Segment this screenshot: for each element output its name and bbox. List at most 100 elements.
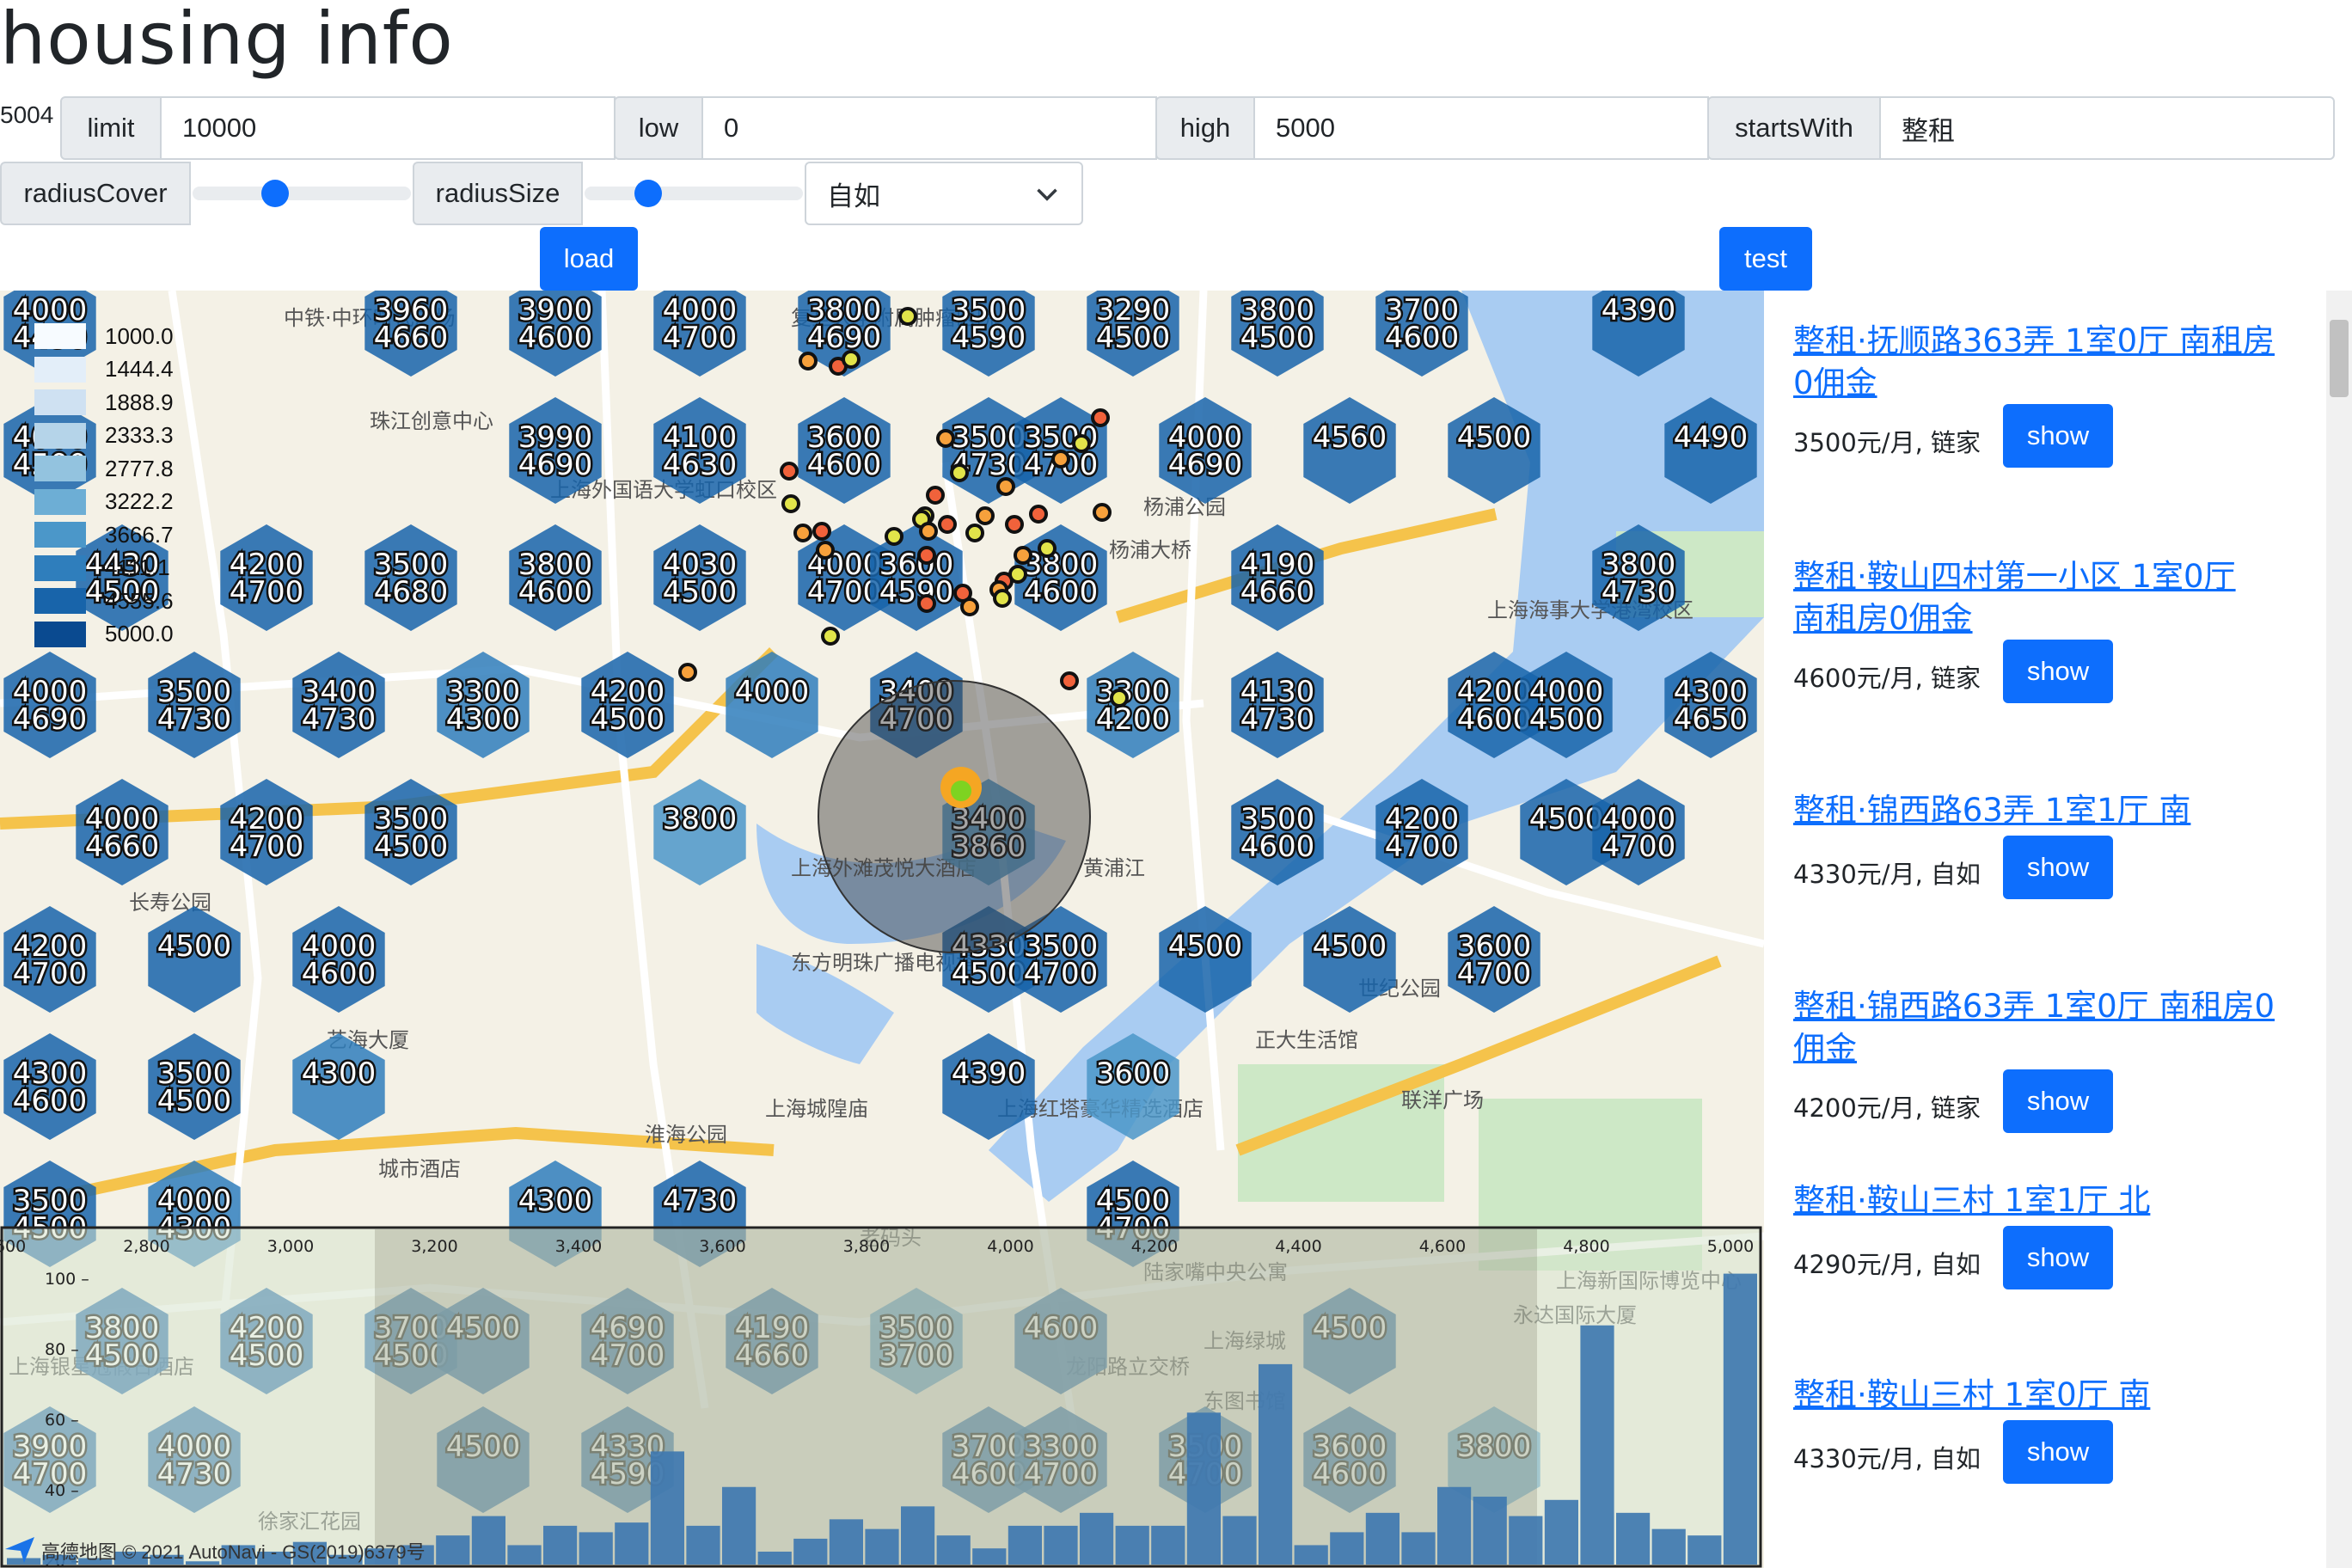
- hex-label-high: 4600: [807, 448, 882, 482]
- radiussize-slider[interactable]: [585, 162, 803, 225]
- limit-label: limit: [60, 96, 162, 160]
- listing-price: 4290元/月, 自如: [1793, 1250, 1981, 1279]
- legend-swatch: [34, 554, 86, 581]
- listing-price: 4330元/月, 自如: [1793, 1444, 1981, 1473]
- scrollbar-thumb[interactable]: [2330, 320, 2349, 397]
- legend-swatch: [34, 389, 86, 416]
- amap-logo-icon: [5, 1537, 34, 1563]
- hex-label-low: 4000: [735, 675, 810, 709]
- show-button[interactable]: show: [2003, 836, 2113, 899]
- legend-value: 4111.1: [105, 554, 170, 581]
- price-histogram[interactable]: 2,600 2,800 3,000 3,200 3,400 3,600 3,800 4,000…: [0, 1226, 1762, 1568]
- histogram-y-tick: 60 –: [45, 1411, 79, 1430]
- show-button[interactable]: show: [2003, 1069, 2113, 1133]
- show-button[interactable]: show: [2003, 404, 2113, 468]
- show-button[interactable]: show: [2003, 1226, 2113, 1289]
- hex-label-low: 4500: [1168, 929, 1243, 964]
- listing-title-link[interactable]: 整租·鞍山四村第一小区 1室0厅 南租房0佣金: [1793, 555, 2275, 640]
- legend-row: 4555.6: [34, 585, 174, 618]
- limit-input[interactable]: 10000: [160, 96, 616, 160]
- listing-point: [960, 597, 979, 616]
- hex-label-high: 4500: [374, 830, 449, 864]
- map-place-label: 黄浦江: [1083, 856, 1145, 880]
- source-select[interactable]: 自如: [805, 162, 1083, 225]
- legend-value: 3666.7: [105, 521, 174, 548]
- hex-label-high: 4590: [879, 575, 954, 609]
- hex-label-low: 4390: [952, 1057, 1026, 1091]
- hex-label-high: 4700: [1024, 957, 1099, 991]
- listing-point: [780, 462, 799, 481]
- legend-value: 2333.3: [105, 422, 174, 449]
- low-input[interactable]: 0: [701, 96, 1157, 160]
- load-button[interactable]: load: [540, 227, 638, 291]
- radiussize-thumb[interactable]: [634, 180, 662, 207]
- radiussize-track: [585, 187, 803, 200]
- hex-label-high: 4500: [591, 702, 665, 737]
- listing-item: 整租·鞍山三村 1室1厅 北 4290元/月, 自如 show: [1793, 1179, 2275, 1289]
- histogram-brush[interactable]: [375, 1229, 1537, 1565]
- histogram-x-tick: 3,000: [267, 1237, 314, 1256]
- listing-title-link[interactable]: 整租·鞍山三村 1室1厅 北: [1793, 1179, 2275, 1222]
- heat-core: [951, 781, 971, 801]
- histogram-x-tick: 4,400: [1275, 1237, 1321, 1256]
- startswith-label: startsWith: [1707, 96, 1881, 160]
- histogram-bar: [1080, 1512, 1114, 1565]
- listing-point: [898, 307, 917, 326]
- radiuscover-thumb[interactable]: [260, 180, 289, 207]
- hex-label-high: 4500: [1240, 321, 1315, 355]
- map-credit: 高德地图 © 2021 AutoNavi - GS(2019)6379号: [41, 1541, 426, 1563]
- hex-label-high: 4700: [663, 321, 738, 355]
- hex-label-high: 4730: [157, 702, 232, 737]
- listing-title-link[interactable]: 整租·锦西路63弄 1室1厅 南: [1793, 789, 2275, 831]
- hex-label-high: 4690: [807, 321, 882, 355]
- listing-point: [965, 524, 984, 542]
- radiuscover-track: [193, 187, 411, 200]
- histogram-bar: [1616, 1512, 1651, 1565]
- startswith-input[interactable]: 整租: [1879, 96, 2335, 160]
- legend-row: 1000.0: [34, 320, 174, 353]
- hex-label-low: 4730: [663, 1184, 738, 1218]
- listing-point: [1014, 546, 1032, 565]
- legend-value: 2777.8: [105, 455, 174, 481]
- histogram-bar: [829, 1519, 863, 1565]
- map-view[interactable]: 中铁·中环时代广场珠江创意中心上海外国语大学虹口校区杨浦公园杨浦大桥上海海事大学…: [0, 291, 1764, 1568]
- hex-label-low: 4390: [1602, 293, 1676, 328]
- histogram-bar: [507, 1545, 542, 1565]
- radiuscover-slider[interactable]: [193, 162, 411, 225]
- listing-scrollbar[interactable]: [2326, 291, 2352, 1568]
- hex-label-high: 4600: [1024, 575, 1099, 609]
- histogram-bar: [1330, 1532, 1364, 1565]
- map-canvas[interactable]: 中铁·中环时代广场珠江创意中心上海外国语大学虹口校区杨浦公园杨浦大桥上海海事大学…: [0, 291, 1764, 1568]
- histogram-x-tick: 3,200: [411, 1237, 457, 1256]
- map-place-label: 杨浦大桥: [1109, 538, 1191, 562]
- hex-label-high: 4680: [374, 575, 449, 609]
- low-label: low: [614, 96, 703, 160]
- hex-label-high: 4690: [518, 448, 593, 482]
- high-input[interactable]: 5000: [1253, 96, 1709, 160]
- listing-title-link[interactable]: 整租·锦西路63弄 1室0厅 南租房0佣金: [1793, 985, 2275, 1069]
- legend-row: 3666.7: [34, 518, 174, 552]
- histogram-bar: [972, 1548, 1007, 1565]
- histogram-bar: [793, 1538, 828, 1565]
- histogram-bar: [757, 1551, 792, 1565]
- show-button[interactable]: show: [2003, 1420, 2113, 1484]
- hex-label-high: 4700: [230, 575, 304, 609]
- histogram-y-tick: 80 –: [45, 1340, 79, 1359]
- histogram-bar: [1687, 1535, 1722, 1565]
- hex-label-high: 4500: [952, 957, 1026, 991]
- listing-title-link[interactable]: 整租·鞍山三村 1室0厅 南: [1793, 1374, 2275, 1416]
- hex-label-high: 4700: [1457, 957, 1532, 991]
- hex-label-low: 4300: [518, 1184, 593, 1218]
- listing-point: [936, 429, 955, 448]
- source-select-value: 自如: [827, 181, 880, 211]
- listing-point: [1060, 671, 1079, 690]
- listing-point: [996, 477, 1015, 496]
- map-place-label: 正大生活馆: [1255, 1028, 1358, 1052]
- histogram-x-tick: 3,800: [843, 1237, 890, 1256]
- histogram-bar: [1544, 1499, 1578, 1565]
- show-button[interactable]: show: [2003, 640, 2113, 703]
- legend-value: 3222.2: [105, 488, 174, 515]
- test-button[interactable]: test: [1719, 227, 1812, 291]
- listing-title-link[interactable]: 整租·抚顺路363弄 1室0厅 南租房0佣金: [1793, 320, 2275, 404]
- hex-label-high: 4700: [230, 830, 304, 864]
